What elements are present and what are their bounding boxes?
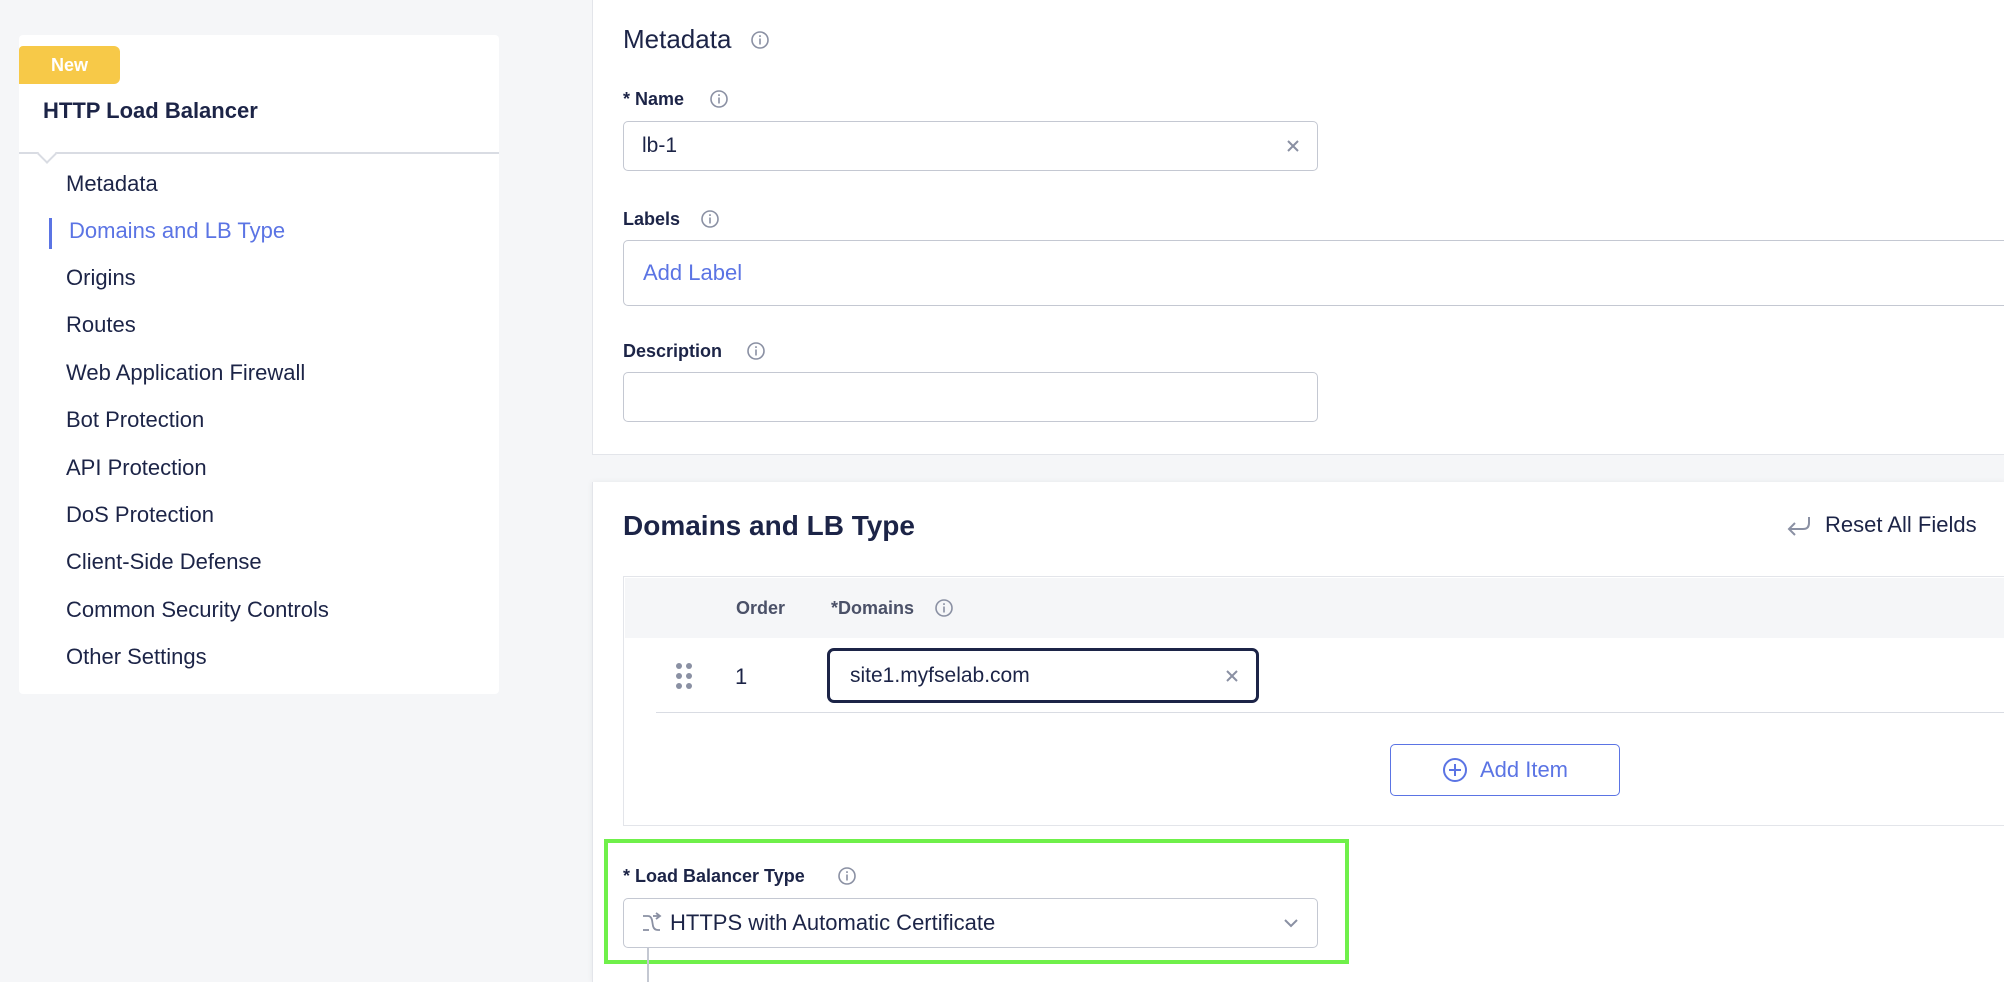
metadata-title: Metadata: [623, 24, 732, 54]
drag-handle-icon[interactable]: [675, 662, 693, 690]
sidebar-item-client-side-defense[interactable]: Client-Side Defense: [66, 549, 262, 575]
column-header-order: Order: [736, 598, 786, 618]
chevron-down-icon: [1284, 919, 1298, 928]
sidebar-item-dos-protection[interactable]: DoS Protection: [66, 502, 214, 528]
lb-type-label: * Load Balancer Type: [623, 866, 805, 886]
reset-all-fields-label: Reset All Fields: [1825, 512, 1977, 537]
lb-type-value: HTTPS with Automatic Certificate: [670, 910, 996, 935]
sidebar-item-origins[interactable]: Origins: [66, 265, 136, 291]
description-label: Description: [623, 341, 723, 361]
sidebar-item-other-settings[interactable]: Other Settings: [66, 644, 207, 670]
labels-label: Labels: [623, 209, 681, 229]
sidebar-title: HTTP Load Balancer: [43, 98, 258, 123]
sidebar-item-web-application-firewall[interactable]: Web Application Firewall: [66, 360, 305, 386]
info-icon[interactable]: [700, 209, 720, 229]
reset-all-fields-button[interactable]: Reset All Fields: [1785, 512, 1977, 538]
add-item-button[interactable]: Add Item: [1390, 744, 1620, 796]
sidebar-item-routes[interactable]: Routes: [66, 312, 136, 338]
sidebar-item-metadata[interactable]: Metadata: [66, 171, 158, 197]
sidebar-divider: [19, 152, 499, 154]
name-field-value: lb-1: [642, 134, 678, 157]
info-icon[interactable]: [709, 89, 729, 109]
add-label-link[interactable]: Add Label: [643, 260, 742, 286]
sidebar-item-bot-protection[interactable]: Bot Protection: [66, 407, 204, 433]
active-indicator: [49, 218, 52, 249]
column-header-domains: *Domains: [831, 598, 915, 618]
name-field[interactable]: lb-1: [623, 121, 1318, 171]
labels-field[interactable]: [623, 240, 2004, 306]
sidebar-item-common-security-controls[interactable]: Common Security Controls: [66, 597, 329, 623]
clear-icon[interactable]: [1285, 138, 1301, 154]
route-icon: [643, 912, 662, 931]
description-field[interactable]: [623, 372, 1318, 422]
name-label: * Name: [623, 89, 685, 109]
domain-input[interactable]: site1.myfselab.com: [827, 648, 1259, 703]
domains-title: Domains and LB Type: [623, 510, 915, 541]
new-badge: New: [19, 46, 120, 84]
reset-icon: [1787, 517, 1810, 536]
lb-type-select[interactable]: HTTPS with Automatic Certificate: [623, 898, 1318, 948]
sidebar-item-api-protection[interactable]: API Protection: [66, 455, 207, 481]
info-icon[interactable]: [934, 598, 954, 618]
clear-icon[interactable]: [1224, 668, 1240, 684]
info-icon[interactable]: [750, 30, 770, 50]
info-icon[interactable]: [746, 341, 766, 361]
row-order: 1: [735, 664, 748, 689]
domain-input-value: site1.myfselab.com: [850, 663, 1030, 687]
add-circle-icon: [1442, 758, 1467, 782]
sidebar-item-domains-and-lb-type[interactable]: Domains and LB Type: [69, 218, 285, 244]
tree-line: [647, 948, 649, 982]
add-item-label: Add Item: [1479, 757, 1569, 782]
info-icon[interactable]: [837, 866, 857, 886]
row-divider: [656, 712, 2004, 713]
